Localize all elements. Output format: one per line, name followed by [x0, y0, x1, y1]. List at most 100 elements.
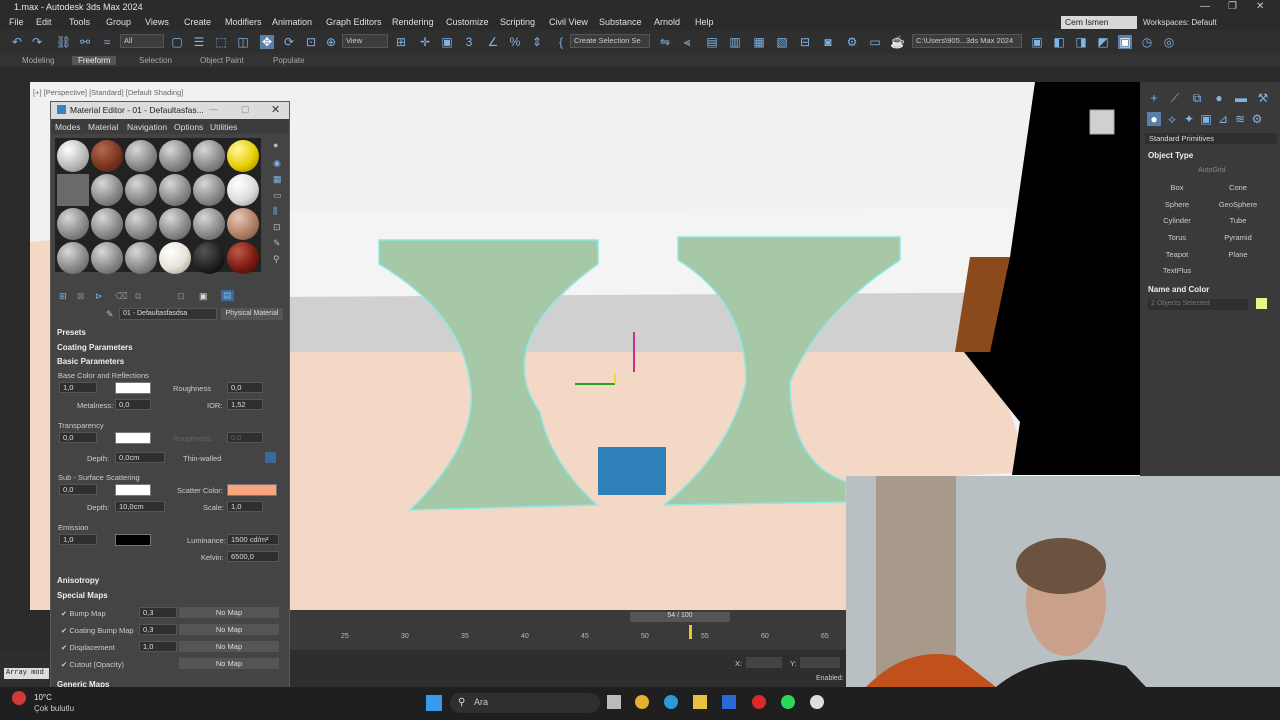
displacement-spinner[interactable]: 1,0	[139, 641, 177, 652]
menu-help[interactable]: Help	[695, 17, 714, 27]
bind-space-warp-icon[interactable]: ≈	[100, 35, 114, 49]
percent-snap-icon[interactable]: %	[508, 35, 522, 49]
select-move-icon[interactable]: ✥	[260, 35, 274, 49]
tab-populate[interactable]: Populate	[273, 56, 305, 65]
sample-slot[interactable]	[227, 140, 259, 172]
cone-button[interactable]: Cone	[1208, 183, 1268, 192]
link-icon[interactable]: ⛓	[56, 35, 71, 49]
sample-slot[interactable]	[57, 242, 89, 274]
sample-slot[interactable]	[193, 174, 225, 206]
redo-icon[interactable]: ↷	[30, 35, 44, 49]
object-color-swatch[interactable]	[1256, 298, 1267, 309]
timer-icon[interactable]: ◷	[1140, 35, 1154, 49]
material-name-field[interactable]: 01 - Defaultasfasdsa	[119, 308, 217, 320]
sample-slot[interactable]	[227, 242, 259, 274]
project-folder-icon[interactable]: ▣	[1030, 35, 1044, 49]
object-name-field[interactable]: 2 Objects Selected	[1148, 299, 1248, 310]
sample-slot[interactable]	[193, 208, 225, 240]
curve-editor-icon[interactable]: ▧	[775, 35, 789, 49]
menu-customize[interactable]: Customize	[446, 17, 489, 27]
bump-map-checkbox[interactable]: ✔ Bump Map	[61, 609, 106, 618]
basic-params-rollout[interactable]: Basic Parameters	[57, 357, 285, 369]
tab-object-paint[interactable]: Object Paint	[200, 56, 244, 65]
select-object-icon[interactable]: ▢	[170, 35, 184, 49]
me-menu-utilities[interactable]: Utilities	[210, 122, 237, 132]
assign-to-selection-icon[interactable]: ⊳	[95, 291, 103, 302]
workspace-selector[interactable]: Workspaces: Default	[1143, 18, 1217, 27]
ior-spinner[interactable]: 1,52	[227, 399, 263, 410]
put-to-scene-icon[interactable]: ⊠	[77, 291, 85, 302]
select-rotate-icon[interactable]: ⟳	[282, 35, 296, 49]
edge-icon[interactable]	[664, 695, 678, 709]
sample-slot[interactable]	[125, 208, 157, 240]
sss-weight-spinner[interactable]: 0,0	[59, 484, 97, 495]
make-preview-icon[interactable]: ⊡	[273, 222, 281, 233]
me-maximize-button[interactable]: ▢	[241, 104, 250, 115]
roughness-spinner[interactable]: 0,0	[227, 382, 263, 393]
tab-selection[interactable]: Selection	[139, 56, 172, 65]
pivot-center-icon[interactable]: ⊞	[394, 35, 408, 49]
minimize-button[interactable]: —	[1200, 1, 1210, 12]
show-end-result-icon[interactable]: ▤	[221, 290, 234, 301]
sample-slot[interactable]	[159, 140, 191, 172]
presets-rollout[interactable]: Presets	[57, 328, 285, 340]
sample-slot[interactable]	[125, 242, 157, 274]
base-color-swatch[interactable]	[115, 382, 151, 394]
anisotropy-rollout[interactable]: Anisotropy	[57, 576, 285, 588]
sample-slot[interactable]	[125, 174, 157, 206]
unlink-icon[interactable]: ⚯	[78, 35, 92, 49]
video-check-icon[interactable]: ⫼	[273, 206, 277, 217]
weather-icon[interactable]	[12, 691, 26, 705]
luminance-spinner[interactable]: 1500 cd/m²	[227, 534, 279, 545]
window-crossing-icon[interactable]: ◫	[236, 35, 250, 49]
modify-tab-icon[interactable]: ⟋	[1168, 91, 1182, 105]
layer-explorer-icon[interactable]: ▤	[705, 35, 719, 49]
timeline[interactable]: 54 / 100 25 30 35 40 45 50 55 60 65	[290, 610, 846, 650]
user-account-dropdown[interactable]: Cem Ismen	[1061, 16, 1137, 29]
menu-graph-editors[interactable]: Graph Editors	[326, 17, 382, 27]
helpers-icon[interactable]: ⊿	[1216, 112, 1230, 126]
transparency-depth-spinner[interactable]: 0,0cm	[115, 452, 165, 463]
displacement-button[interactable]: No Map	[179, 641, 279, 652]
me-minimize-button[interactable]: —	[209, 104, 218, 114]
select-by-material-icon[interactable]: ⚲	[273, 254, 280, 265]
selection-filter-dropdown[interactable]: All	[120, 34, 164, 48]
roughness-label[interactable]: Roughness	[173, 384, 211, 393]
uv-tiling-icon[interactable]: ▭	[273, 190, 282, 201]
coating-rollout[interactable]: Coating Parameters	[57, 343, 285, 355]
viewport-label[interactable]: [+] [Perspective] [Standard] [Default Sh…	[33, 88, 183, 97]
teapot-button[interactable]: Teapot	[1147, 250, 1207, 259]
opera-icon[interactable]	[752, 695, 766, 709]
toolbar-extra-icon[interactable]: ◨	[1074, 35, 1088, 49]
lights-icon[interactable]: ✦	[1182, 112, 1196, 126]
me-menu-modes[interactable]: Modes	[55, 122, 81, 132]
create-tab-icon[interactable]: +	[1147, 91, 1161, 105]
menu-views[interactable]: Views	[145, 17, 169, 27]
show-shaded-icon[interactable]: ▣	[199, 291, 208, 302]
render-setup-icon[interactable]: ⚙	[845, 35, 859, 49]
sample-slot[interactable]	[193, 140, 225, 172]
coating-bump-checkbox[interactable]: ✔ Coating Bump Map	[61, 626, 134, 635]
app-icon[interactable]	[810, 695, 824, 709]
menu-substance[interactable]: Substance	[599, 17, 642, 27]
background-icon[interactable]: ▦	[273, 174, 282, 185]
metalness-spinner[interactable]: 0,0	[115, 399, 151, 410]
menu-animation[interactable]: Animation	[272, 17, 312, 27]
maximize-button[interactable]: ❐	[1228, 1, 1237, 12]
cutout-button[interactable]: No Map	[179, 658, 279, 669]
material-id-icon[interactable]: ⊡	[177, 291, 185, 302]
geometry-icon[interactable]: ●	[1147, 112, 1161, 126]
shapes-icon[interactable]: ⟡	[1165, 112, 1179, 126]
place-icon[interactable]: ⊕	[324, 35, 338, 49]
me-close-button[interactable]: ✕	[271, 103, 280, 116]
menu-scripting[interactable]: Scripting	[500, 17, 535, 27]
tab-modeling[interactable]: Modeling	[22, 56, 54, 65]
sample-slot[interactable]	[57, 208, 89, 240]
weather-temp[interactable]: 10°C	[34, 693, 52, 702]
pyramid-button[interactable]: Pyramid	[1208, 233, 1268, 242]
space-warps-icon[interactable]: ≋	[1233, 112, 1247, 126]
special-maps-rollout[interactable]: Special Maps	[57, 591, 285, 603]
scene-explorer-icon[interactable]: ▥	[728, 35, 742, 49]
sample-slot[interactable]	[91, 242, 123, 274]
sample-slot[interactable]	[159, 242, 191, 274]
